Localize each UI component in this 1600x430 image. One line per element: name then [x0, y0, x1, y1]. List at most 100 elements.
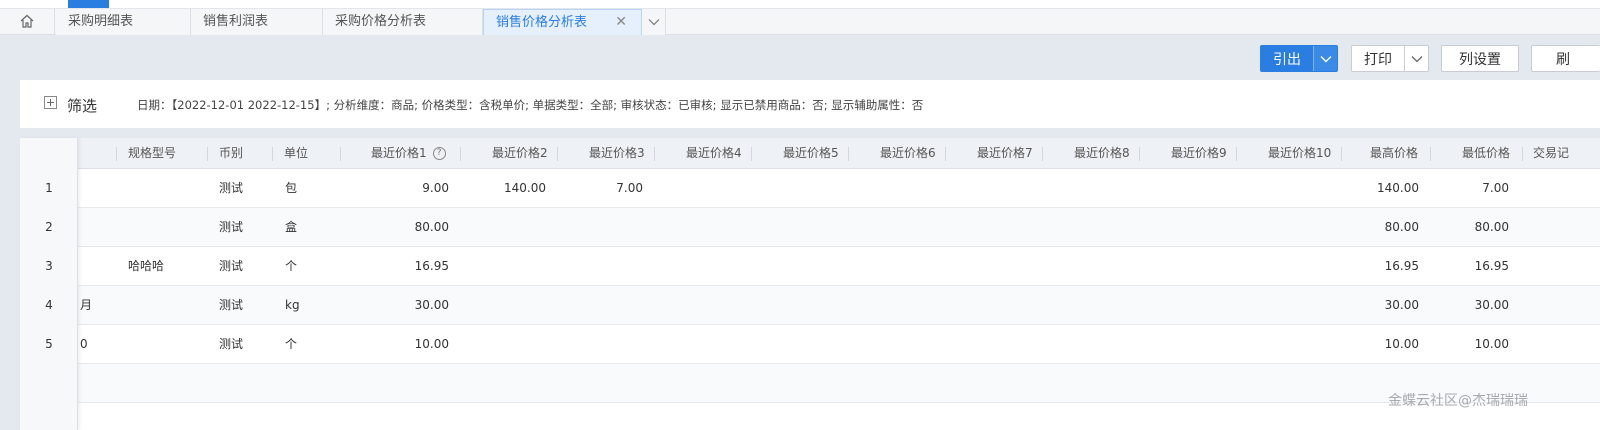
- header-spec[interactable]: 规格型号: [128, 138, 176, 169]
- refresh-button[interactable]: 刷: [1531, 45, 1600, 72]
- tab-more-button[interactable]: [642, 9, 666, 35]
- header-currency[interactable]: 币别: [219, 138, 243, 169]
- header-min-price[interactable]: 最低价格: [1462, 138, 1510, 169]
- cell-min-price: 80.00: [1474, 220, 1509, 234]
- tab-label: 采购价格分析表: [335, 14, 427, 29]
- header-price-3[interactable]: 最近价格3: [589, 138, 645, 169]
- cell-max-price: 30.00: [1384, 298, 1419, 312]
- cell-min-price: 7.00: [1482, 181, 1509, 195]
- table-row[interactable]: 5 0 测试 个 10.00 10.00 10.00: [20, 325, 1600, 364]
- header-price-2[interactable]: 最近价格2: [492, 138, 548, 169]
- export-label: 引出: [1273, 51, 1301, 68]
- cell-max-price: 10.00: [1384, 337, 1419, 351]
- table-row[interactable]: 2 测试 盒 80.00 80.00 80.00: [20, 208, 1600, 247]
- header-price-4[interactable]: 最近价格4: [686, 138, 742, 169]
- row-number: 5: [45, 337, 53, 351]
- header-trade-record[interactable]: 交易记: [1533, 138, 1569, 169]
- header-max-price[interactable]: 最高价格: [1370, 138, 1418, 169]
- tab-purchase-price-analysis[interactable]: 采购价格分析表: [323, 9, 483, 35]
- tab-sales-profit[interactable]: 销售利润表: [191, 9, 323, 35]
- print-label: 打印: [1364, 51, 1392, 68]
- tab-bar: 采购明细表 销售利润表 采购价格分析表 销售价格分析表 ✕: [0, 9, 1600, 35]
- cell-price-1: 80.00: [414, 220, 449, 234]
- cell-price-3: 7.00: [616, 181, 643, 195]
- chevron-down-icon: [648, 15, 660, 29]
- cell-price-3: [557, 286, 643, 324]
- cell-max-price: 140.00: [1377, 181, 1419, 195]
- cell-price-1: 9.00: [422, 181, 449, 195]
- top-strip: [0, 0, 1600, 9]
- tab-label: 采购明细表: [68, 14, 134, 29]
- cell-price-1: 30.00: [414, 298, 449, 312]
- cell-currency: 测试: [219, 259, 244, 273]
- row-number: 4: [45, 298, 53, 312]
- help-icon[interactable]: ?: [432, 147, 446, 160]
- cell-min-price: 16.95: [1474, 259, 1509, 273]
- cell-max-price: 16.95: [1384, 259, 1419, 273]
- cell-price-1: 10.00: [414, 337, 449, 351]
- table-header: 规格型号 币别 单位 最近价格1? 最近价格2 最近价格3 最近价格4 最近价格…: [20, 138, 1600, 169]
- filter-summary: 日期：【2022-12-01 2022-12-15】; 分析维度：商品; 价格类…: [137, 98, 924, 112]
- close-icon[interactable]: ✕: [615, 10, 627, 35]
- header-price-1[interactable]: 最近价格1?: [371, 138, 446, 169]
- cell-name: 月: [80, 298, 93, 312]
- active-module-indicator: [68, 0, 109, 8]
- cell-min-price: 10.00: [1474, 337, 1509, 351]
- cell-min-price: 30.00: [1474, 298, 1509, 312]
- cell-price-2: [460, 286, 546, 324]
- cell-unit: 个: [285, 337, 298, 351]
- header-unit[interactable]: 单位: [284, 138, 308, 169]
- cell-price-3: [557, 247, 643, 285]
- cell-unit: 个: [285, 259, 298, 273]
- cell-price-2: 140.00: [504, 181, 546, 195]
- watermark: 金蝶云社区@杰瑞瑞瑞: [1388, 393, 1528, 409]
- table-row[interactable]: 1 测试 包 9.00 140.00 7.00 140.00 7.00: [20, 169, 1600, 208]
- row-number: 2: [45, 220, 53, 234]
- cell-unit: 盒: [285, 220, 298, 234]
- cell-name: 0: [80, 337, 88, 351]
- header-price-1-label: 最近价格1: [371, 146, 427, 160]
- cell-max-price: 80.00: [1384, 220, 1419, 234]
- header-price-7[interactable]: 最近价格7: [977, 138, 1033, 169]
- header-price-6[interactable]: 最近价格6: [880, 138, 936, 169]
- chevron-down-icon: [1320, 55, 1331, 62]
- tab-label: 销售价格分析表: [496, 15, 588, 30]
- cell-currency: 测试: [219, 298, 244, 312]
- home-tab[interactable]: [0, 9, 55, 35]
- filter-panel: 筛选 日期：【2022-12-01 2022-12-15】; 分析维度：商品; …: [20, 80, 1600, 128]
- table-row[interactable]: 3 哈哈哈 测试 个 16.95 16.95 16.95: [20, 247, 1600, 286]
- cell-unit: kg: [285, 298, 300, 312]
- empty-row: [20, 403, 1600, 430]
- cell-price-2: [460, 208, 546, 246]
- header-price-5[interactable]: 最近价格5: [783, 138, 839, 169]
- home-icon: [19, 13, 35, 32]
- empty-row: [20, 364, 1600, 403]
- cell-price-2: [460, 247, 546, 285]
- column-settings-button[interactable]: 列设置: [1441, 45, 1519, 72]
- column-settings-label: 列设置: [1459, 51, 1501, 68]
- cell-price-2: [460, 325, 546, 363]
- tab-purchase-detail[interactable]: 采购明细表: [56, 9, 191, 35]
- refresh-label: 刷: [1556, 51, 1570, 68]
- cell-currency: 测试: [219, 181, 244, 195]
- print-button[interactable]: 打印: [1351, 45, 1429, 72]
- cell-currency: 测试: [219, 337, 244, 351]
- tab-label: 销售利润表: [203, 14, 269, 29]
- cell-price-1: 16.95: [414, 259, 449, 273]
- row-number: 1: [45, 181, 53, 195]
- header-price-8[interactable]: 最近价格8: [1074, 138, 1130, 169]
- row-number: 3: [45, 259, 53, 273]
- filter-title[interactable]: 筛选: [67, 95, 97, 116]
- cell-price-3: [557, 208, 643, 246]
- header-price-9[interactable]: 最近价格9: [1171, 138, 1227, 169]
- header-price-10[interactable]: 最近价格10: [1268, 138, 1331, 169]
- print-dropdown[interactable]: [1404, 46, 1428, 71]
- tab-sales-price-analysis[interactable]: 销售价格分析表 ✕: [483, 9, 642, 35]
- export-button[interactable]: 引出: [1260, 45, 1338, 72]
- export-dropdown[interactable]: [1313, 46, 1337, 71]
- cell-currency: 测试: [219, 220, 244, 234]
- cell-price-3: [557, 325, 643, 363]
- expand-icon[interactable]: [44, 96, 57, 109]
- chevron-down-icon: [1411, 55, 1422, 62]
- table-row[interactable]: 4 月 测试 kg 30.00 30.00 30.00: [20, 286, 1600, 325]
